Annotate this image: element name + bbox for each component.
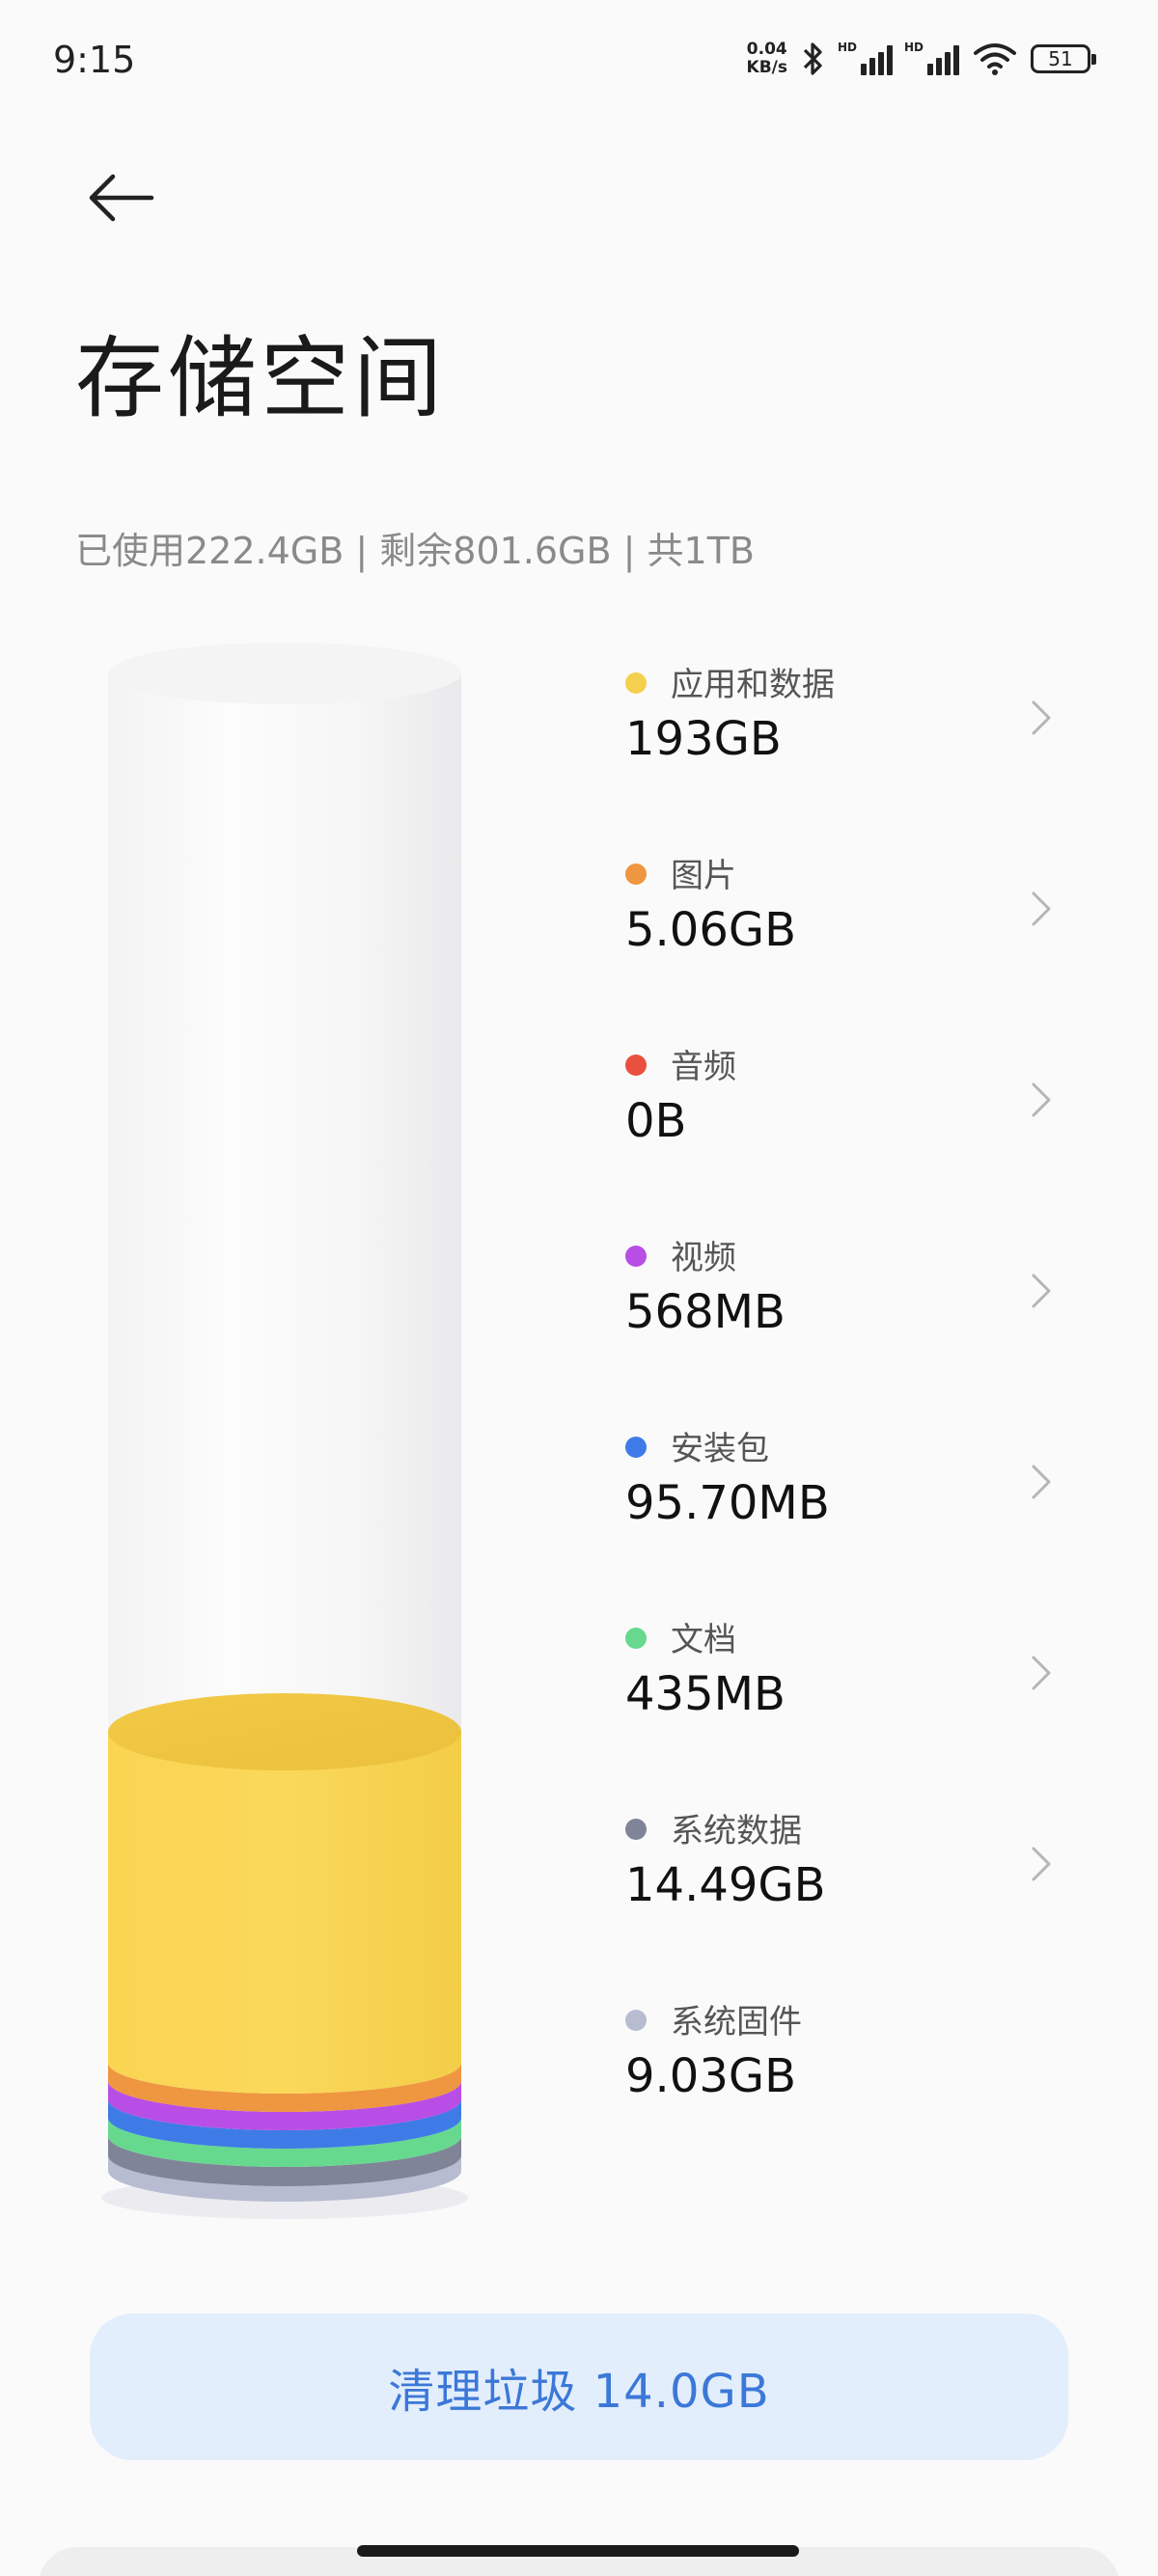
- category-item-audio[interactable]: 音频 0B: [625, 1040, 1062, 1231]
- category-value: 9.03GB: [625, 2049, 796, 2103]
- battery-icon: 51: [1031, 44, 1096, 73]
- category-color-dot: [625, 1819, 647, 1840]
- status-time: 9:15: [53, 39, 136, 81]
- category-label: 应用和数据: [671, 666, 835, 704]
- storage-cylinder: [96, 627, 473, 2229]
- category-label: 音频: [671, 1048, 736, 1086]
- category-label: 文档: [671, 1621, 736, 1659]
- category-label: 视频: [671, 1239, 736, 1277]
- category-color-dot: [625, 863, 647, 885]
- storage-usage-summary: 已使用222.4GB | 剩余801.6GB | 共1TB: [75, 530, 755, 572]
- status-bar: 9:15 0.04 KB/s HD HD 51: [0, 0, 1158, 125]
- category-item-images[interactable]: 图片 5.06GB: [625, 849, 1062, 1040]
- category-value: 193GB: [625, 712, 782, 766]
- network-speed: 0.04 KB/s: [747, 41, 787, 77]
- chevron-right-icon: [1032, 700, 1051, 735]
- cylinder-top: [108, 643, 461, 704]
- category-label: 安装包: [671, 1430, 769, 1468]
- category-label: 系统数据: [671, 1812, 802, 1850]
- category-label: 系统固件: [671, 2003, 802, 2042]
- battery-level: 51: [1048, 47, 1073, 70]
- storage-cylinder-graphic: [101, 643, 468, 2219]
- network-speed-value: 0.04: [746, 40, 787, 59]
- category-color-dot: [625, 672, 647, 694]
- category-color-dot: [625, 2010, 647, 2031]
- signal-icon-2: HD: [904, 41, 959, 75]
- chevron-right-icon: [1032, 891, 1051, 926]
- network-speed-unit: KB/s: [746, 58, 787, 77]
- chevron-right-icon: [1032, 1082, 1051, 1117]
- home-indicator[interactable]: [357, 2545, 799, 2557]
- wifi-icon: [974, 43, 1016, 75]
- bluetooth-icon: [803, 42, 822, 75]
- category-item-system-data[interactable]: 系统数据 14.49GB: [625, 1804, 1062, 1995]
- category-color-dot: [625, 1437, 647, 1458]
- category-value: 14.49GB: [625, 1858, 826, 1912]
- category-value: 95.70MB: [625, 1476, 830, 1530]
- category-item-apk[interactable]: 安装包 95.70MB: [625, 1422, 1062, 1613]
- back-button[interactable]: [77, 159, 164, 236]
- cylinder-fill-top: [108, 1693, 461, 1770]
- category-color-dot: [625, 1628, 647, 1649]
- category-color-dot: [625, 1055, 647, 1076]
- category-value: 568MB: [625, 1285, 786, 1339]
- cylinder-layer-apps-data: [108, 1732, 461, 2094]
- signal-hd-label-1: HD: [838, 41, 858, 54]
- chevron-right-icon: [1032, 1274, 1051, 1308]
- category-value: 5.06GB: [625, 903, 796, 957]
- category-item-system-firmware: 系统固件 9.03GB: [625, 1995, 1062, 2186]
- category-item-video[interactable]: 视频 568MB: [625, 1231, 1062, 1422]
- category-item-documents[interactable]: 文档 435MB: [625, 1613, 1062, 1804]
- signal-icon-1: HD: [838, 41, 893, 75]
- clean-junk-label: 清理垃圾 14.0GB: [388, 2365, 770, 2419]
- category-value: 0B: [625, 1094, 687, 1148]
- chevron-right-icon: [1032, 1656, 1051, 1690]
- arrow-left-icon: [89, 174, 154, 222]
- status-icons: 0.04 KB/s HD HD 51: [747, 41, 1096, 77]
- storage-page: 9:15 0.04 KB/s HD HD 51 存储空间 已使用222.4GB …: [0, 0, 1158, 2576]
- page-title: 存储空间: [75, 327, 447, 430]
- chevron-right-icon: [1032, 1847, 1051, 1881]
- cylinder-used-layers: [108, 1693, 461, 2202]
- category-item-apps-data[interactable]: 应用和数据 193GB: [625, 658, 1062, 849]
- chevron-right-icon: [1032, 1465, 1051, 1499]
- signal-hd-label-2: HD: [904, 41, 924, 54]
- category-list: 应用和数据 193GB 图片 5.06GB 音频 0B 视频 568MB 安装包 95.70MB 文…: [625, 658, 1062, 2186]
- category-value: 435MB: [625, 1667, 786, 1721]
- category-label: 图片: [671, 857, 736, 895]
- clean-junk-button[interactable]: 清理垃圾 14.0GB: [90, 2314, 1068, 2460]
- category-color-dot: [625, 1246, 647, 1267]
